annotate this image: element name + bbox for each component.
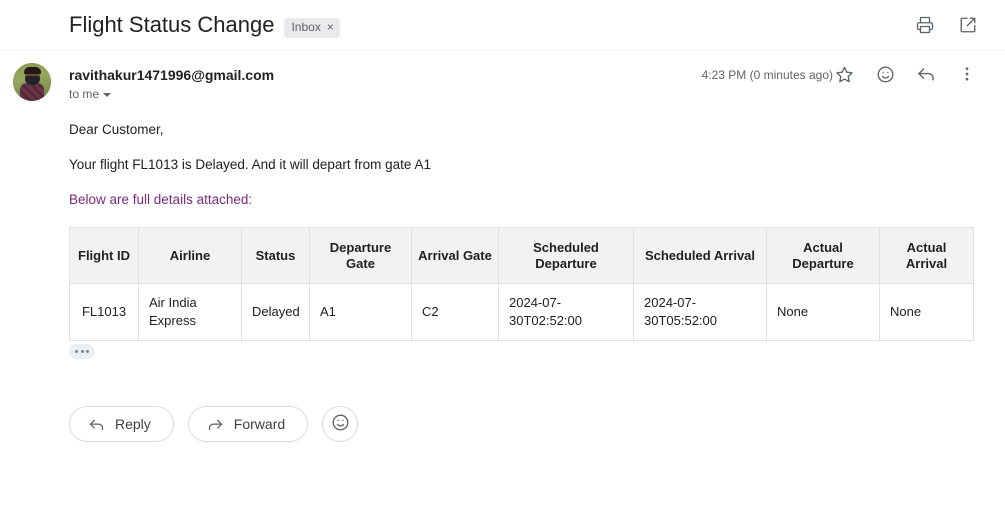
gmail-message-view: Flight Status Change Inbox × ravithakur1… bbox=[0, 0, 1005, 523]
reply-icon[interactable] bbox=[914, 62, 938, 86]
cell-actual-arrival: None bbox=[879, 283, 974, 341]
label-chip-inbox[interactable]: Inbox × bbox=[284, 17, 340, 38]
cell-actual-departure: None bbox=[766, 283, 880, 341]
add-reaction-icon[interactable] bbox=[873, 62, 897, 86]
table-row: FL1013 Air India Express Delayed A1 C2 2… bbox=[69, 283, 974, 341]
cell-scheduled-arrival: 2024-07-30T05:52:00 bbox=[633, 283, 767, 341]
page-title: Flight Status Change bbox=[69, 12, 275, 37]
star-icon[interactable] bbox=[832, 62, 856, 86]
reply-icon bbox=[88, 416, 105, 433]
sender-email[interactable]: ravithakur1471996@gmail.com bbox=[69, 65, 274, 85]
avatar[interactable] bbox=[13, 63, 51, 101]
avatar-hair bbox=[24, 67, 41, 74]
body-status-line: Your flight FL1013 is Delayed. And it wi… bbox=[69, 157, 431, 172]
forward-icon bbox=[207, 416, 224, 433]
cell-airline: Air India Express bbox=[138, 283, 242, 341]
chevron-down-icon[interactable] bbox=[103, 93, 112, 97]
add-reaction-button[interactable] bbox=[322, 406, 359, 442]
column-header-scheduled-arrival: Scheduled Arrival bbox=[633, 227, 767, 284]
subject-row: Flight Status Change Inbox × bbox=[69, 11, 340, 39]
reply-button[interactable]: Reply bbox=[69, 406, 174, 442]
cell-scheduled-departure: 2024-07-30T02:52:00 bbox=[498, 283, 634, 341]
subject-bar: Flight Status Change Inbox × bbox=[0, 0, 1005, 50]
dot-icon bbox=[86, 350, 89, 353]
cell-departure-gate: A1 bbox=[309, 283, 412, 341]
recipients-toggle[interactable]: to me bbox=[69, 86, 112, 102]
body-details-intro: Below are full details attached: bbox=[69, 192, 253, 207]
column-header-airline: Airline bbox=[138, 227, 242, 284]
forward-button-label: Forward bbox=[233, 416, 286, 432]
message-timestamp: 4:23 PM (0 minutes ago) bbox=[701, 68, 833, 82]
forward-button[interactable]: Forward bbox=[187, 406, 309, 442]
header-icon-group bbox=[914, 14, 979, 36]
column-header-flight-id: Flight ID bbox=[69, 227, 139, 284]
close-icon[interactable]: × bbox=[327, 21, 334, 33]
message-body: Dear Customer, Your flight FL1013 is Del… bbox=[69, 120, 975, 341]
show-trimmed-content-button[interactable] bbox=[69, 344, 95, 359]
open-in-new-icon[interactable] bbox=[957, 14, 979, 36]
dot-icon bbox=[75, 350, 78, 353]
cell-arrival-gate: C2 bbox=[411, 283, 499, 341]
avatar-torso bbox=[20, 83, 44, 101]
flight-details-table: Flight ID Airline Status Departure Gate … bbox=[69, 227, 974, 341]
column-header-scheduled-departure: Scheduled Departure bbox=[498, 227, 634, 284]
more-vert-icon[interactable] bbox=[955, 62, 979, 86]
footer-action-group: Reply Forward bbox=[69, 406, 359, 442]
cell-status: Delayed bbox=[241, 283, 310, 341]
column-header-departure-gate: Departure Gate bbox=[309, 227, 412, 284]
table-header-row: Flight ID Airline Status Departure Gate … bbox=[69, 227, 974, 284]
cell-flight-id: FL1013 bbox=[69, 283, 139, 341]
column-header-status: Status bbox=[241, 227, 310, 284]
column-header-actual-arrival: Actual Arrival bbox=[879, 227, 974, 284]
column-header-arrival-gate: Arrival Gate bbox=[411, 227, 499, 284]
reply-button-label: Reply bbox=[115, 416, 151, 432]
add-reaction-icon bbox=[331, 413, 350, 435]
dot-icon bbox=[80, 350, 84, 353]
recipients-label: to me bbox=[69, 87, 100, 101]
label-chip-text: Inbox bbox=[291, 19, 321, 34]
print-icon[interactable] bbox=[914, 14, 936, 36]
column-header-actual-departure: Actual Departure bbox=[766, 227, 880, 284]
body-greeting: Dear Customer, bbox=[69, 122, 164, 137]
message-action-group bbox=[832, 62, 979, 86]
